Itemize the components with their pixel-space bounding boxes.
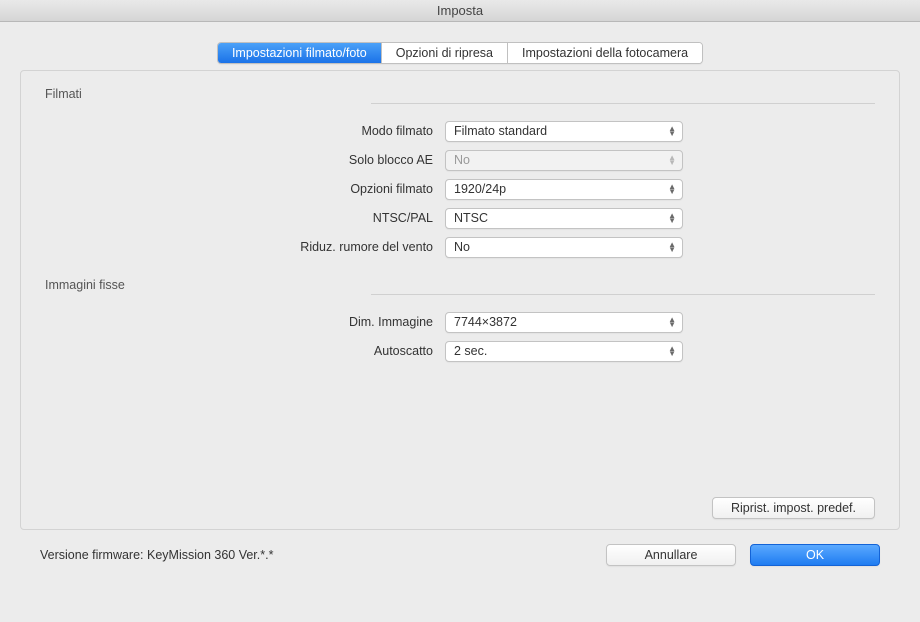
- image-size-value: 7744×3872: [454, 315, 517, 329]
- movies-divider: [371, 103, 875, 104]
- movies-section-title: Filmati: [45, 87, 875, 101]
- ntsc-pal-value: NTSC: [454, 211, 488, 225]
- firmware-label: Versione firmware:: [40, 548, 144, 562]
- ae-lock-select: No ▲▼: [445, 150, 683, 171]
- ntsc-pal-label: NTSC/PAL: [45, 211, 445, 225]
- chevron-updown-icon: ▲▼: [668, 242, 676, 252]
- reset-defaults-button[interactable]: Riprist. impost. predef.: [712, 497, 875, 519]
- ntsc-pal-select[interactable]: NTSC ▲▼: [445, 208, 683, 229]
- self-timer-value: 2 sec.: [454, 344, 487, 358]
- movie-mode-label: Modo filmato: [45, 124, 445, 138]
- ok-button[interactable]: OK: [750, 544, 880, 566]
- stills-section-title: Immagini fisse: [45, 278, 875, 292]
- ae-lock-value: No: [454, 153, 470, 167]
- wind-noise-select[interactable]: No ▲▼: [445, 237, 683, 258]
- image-size-select[interactable]: 7744×3872 ▲▼: [445, 312, 683, 333]
- chevron-updown-icon: ▲▼: [668, 155, 676, 165]
- tab-bar: Impostazioni filmato/foto Opzioni di rip…: [20, 42, 900, 64]
- movie-mode-value: Filmato standard: [454, 124, 547, 138]
- movie-mode-select[interactable]: Filmato standard ▲▼: [445, 121, 683, 142]
- tab-movie-photo[interactable]: Impostazioni filmato/foto: [218, 43, 382, 63]
- wind-noise-label: Riduz. rumore del vento: [45, 240, 445, 254]
- wind-noise-value: No: [454, 240, 470, 254]
- image-size-label: Dim. Immagine: [45, 315, 445, 329]
- chevron-updown-icon: ▲▼: [668, 126, 676, 136]
- chevron-updown-icon: ▲▼: [668, 317, 676, 327]
- window-title: Imposta: [437, 3, 483, 18]
- firmware-value: KeyMission 360 Ver.*.*: [147, 548, 273, 562]
- firmware-info: Versione firmware: KeyMission 360 Ver.*.…: [40, 548, 273, 562]
- chevron-updown-icon: ▲▼: [668, 213, 676, 223]
- chevron-updown-icon: ▲▼: [668, 346, 676, 356]
- cancel-button[interactable]: Annullare: [606, 544, 736, 566]
- self-timer-label: Autoscatto: [45, 344, 445, 358]
- self-timer-select[interactable]: 2 sec. ▲▼: [445, 341, 683, 362]
- movie-options-label: Opzioni filmato: [45, 182, 445, 196]
- tab-camera-settings[interactable]: Impostazioni della fotocamera: [508, 43, 702, 63]
- movie-options-value: 1920/24p: [454, 182, 506, 196]
- chevron-updown-icon: ▲▼: [668, 184, 676, 194]
- stills-divider: [371, 294, 875, 295]
- settings-panel: Filmati Modo filmato Filmato standard ▲▼…: [20, 70, 900, 530]
- ae-lock-label: Solo blocco AE: [45, 153, 445, 167]
- movie-options-select[interactable]: 1920/24p ▲▼: [445, 179, 683, 200]
- tab-shooting-options[interactable]: Opzioni di ripresa: [382, 43, 508, 63]
- window-titlebar: Imposta: [0, 0, 920, 22]
